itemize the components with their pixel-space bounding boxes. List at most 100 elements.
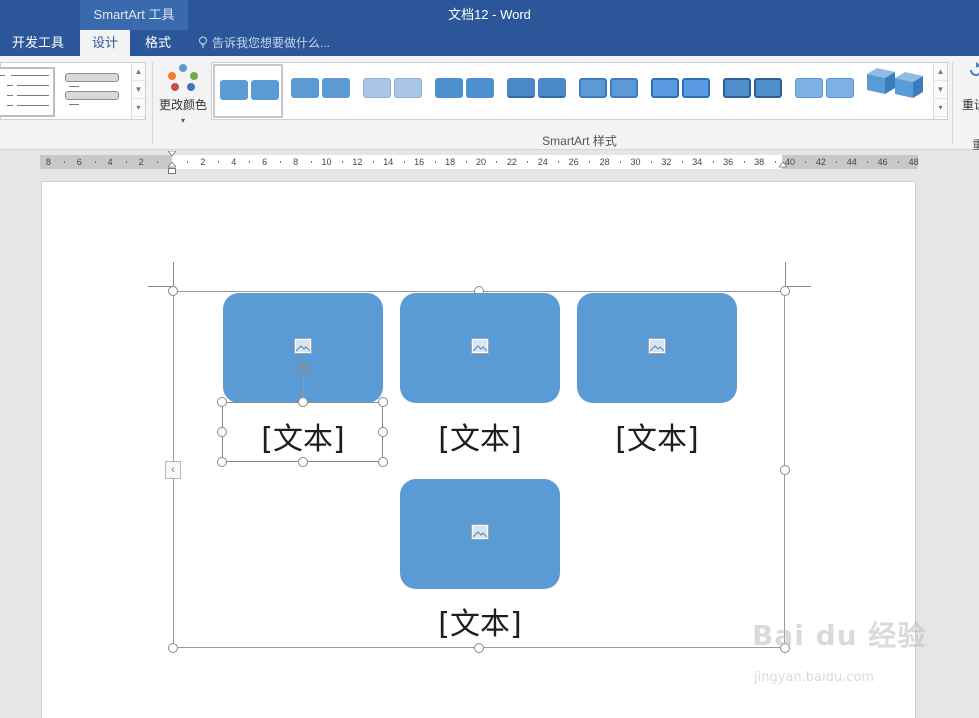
layouts-gallery-scroll[interactable]: ▲ ▼ ▾ bbox=[131, 63, 145, 119]
style-option-simple[interactable] bbox=[213, 64, 283, 118]
ruler-tick bbox=[558, 161, 560, 163]
ruler-number: 24 bbox=[537, 157, 548, 167]
ribbon: ▲ ▼ ▾ 更改颜色 ▾ ▲ ▼ ▾ SmartArt 样式 重 重 bbox=[0, 56, 979, 152]
ruler-tick bbox=[743, 161, 745, 163]
caption-text-1[interactable]: [文本] bbox=[223, 420, 383, 460]
ruler-number: 46 bbox=[877, 157, 888, 167]
style-option-shadow[interactable] bbox=[429, 64, 499, 118]
expand-gallery-icon[interactable]: ▾ bbox=[934, 99, 947, 117]
right-indent-marker[interactable] bbox=[779, 162, 787, 168]
ruler-number: 6 bbox=[76, 157, 82, 167]
tab-developer[interactable]: 开发工具 bbox=[0, 30, 76, 56]
ruler-tick bbox=[187, 161, 189, 163]
scroll-up-icon[interactable]: ▲ bbox=[132, 63, 145, 81]
tab-format[interactable]: 格式 bbox=[134, 30, 182, 56]
color-palette-icon bbox=[168, 64, 198, 94]
style-option-intense[interactable] bbox=[501, 64, 571, 118]
text-handle-top[interactable] bbox=[298, 397, 308, 407]
picture-placeholder-2[interactable] bbox=[400, 293, 560, 403]
first-line-indent-marker[interactable] bbox=[168, 151, 176, 157]
group-separator bbox=[952, 62, 953, 144]
style-option-bevel[interactable] bbox=[573, 64, 643, 118]
change-colors-button[interactable]: 更改颜色 ▾ bbox=[156, 62, 210, 125]
change-colors-label: 更改颜色 bbox=[158, 98, 207, 112]
chevron-down-icon: ▾ bbox=[181, 116, 186, 125]
ruler-number: 6 bbox=[262, 157, 268, 167]
ruler-tick bbox=[156, 161, 158, 163]
left-indent-marker[interactable] bbox=[168, 168, 176, 174]
style-option-polished[interactable] bbox=[645, 64, 715, 118]
ruler-tick bbox=[249, 161, 251, 163]
smartart-styles-group-label: SmartArt 样式 bbox=[542, 134, 617, 148]
smartart-styles-gallery[interactable]: ▲ ▼ ▾ bbox=[211, 62, 948, 120]
style-option-3d-cube[interactable] bbox=[861, 64, 931, 118]
reset-graphic-icon bbox=[970, 62, 979, 76]
ruler-tick bbox=[218, 161, 220, 163]
caption-text-2[interactable]: [文本] bbox=[400, 420, 560, 460]
ruler-tick bbox=[434, 161, 436, 163]
ruler-number: 34 bbox=[692, 157, 703, 167]
ruler-tick bbox=[774, 161, 776, 163]
ruler-number: 4 bbox=[107, 157, 113, 167]
rotate-icon[interactable] bbox=[294, 359, 314, 379]
ruler-number: 32 bbox=[661, 157, 672, 167]
caption-text-3[interactable]: [文本] bbox=[577, 420, 737, 460]
picture-placeholder-3[interactable] bbox=[577, 293, 737, 403]
resize-handle-bottom-right[interactable] bbox=[780, 643, 790, 653]
style-option-cartoon[interactable] bbox=[789, 64, 859, 118]
cube-style-icon bbox=[867, 68, 923, 98]
ruler-number: 38 bbox=[754, 157, 765, 167]
ruler-tick bbox=[403, 161, 405, 163]
picture-icon[interactable] bbox=[471, 338, 489, 354]
lightbulb-icon bbox=[199, 36, 207, 48]
style-option-moderate[interactable] bbox=[285, 64, 355, 118]
layouts-gallery[interactable]: ▲ ▼ ▾ bbox=[0, 62, 146, 120]
ruler-number: 44 bbox=[846, 157, 857, 167]
picture-placeholder-4[interactable] bbox=[400, 479, 560, 589]
scroll-up-icon[interactable]: ▲ bbox=[934, 63, 947, 81]
ruler-number: 8 bbox=[293, 157, 299, 167]
ruler-number: 22 bbox=[506, 157, 517, 167]
expand-gallery-icon[interactable]: ▾ bbox=[132, 99, 145, 117]
scroll-down-icon[interactable]: ▼ bbox=[132, 81, 145, 99]
picture-icon[interactable] bbox=[294, 338, 312, 354]
text-handle-top-left[interactable] bbox=[217, 397, 227, 407]
ruler-number: 36 bbox=[723, 157, 734, 167]
style-option-light[interactable] bbox=[357, 64, 427, 118]
style-option-inset[interactable] bbox=[717, 64, 787, 118]
ruler-tick bbox=[589, 161, 591, 163]
ruler-tick bbox=[867, 161, 869, 163]
ruler-tick bbox=[620, 161, 622, 163]
ruler-tick bbox=[465, 161, 467, 163]
styles-gallery-scroll[interactable]: ▲ ▼ ▾ bbox=[933, 63, 947, 119]
resize-handle-right[interactable] bbox=[780, 465, 790, 475]
reset-graphic-button[interactable]: 重设 重 bbox=[956, 60, 979, 152]
tell-me-box[interactable]: 告诉我您想要做什么... bbox=[198, 30, 330, 56]
resize-handle-top-right[interactable] bbox=[780, 286, 790, 296]
ruler-number: 10 bbox=[321, 157, 332, 167]
ruler-number: 48 bbox=[908, 157, 919, 167]
picture-icon[interactable] bbox=[471, 524, 489, 540]
resize-handle-bottom-left[interactable] bbox=[168, 643, 178, 653]
layout-option-list[interactable] bbox=[0, 67, 55, 117]
reset-label: 重设 bbox=[962, 98, 979, 112]
ruler-tick bbox=[341, 161, 343, 163]
text-pane-toggle[interactable]: ‹ bbox=[165, 461, 181, 479]
ruler-number: 2 bbox=[138, 157, 144, 167]
layout-option-pills[interactable] bbox=[63, 73, 123, 113]
ruler-tick bbox=[681, 161, 683, 163]
ruler-tick bbox=[712, 161, 714, 163]
ribbon-tab-bar: 开发工具 设计 格式 告诉我您想要做什么... bbox=[0, 30, 979, 56]
crop-mark bbox=[787, 286, 811, 287]
caption-text-4[interactable]: [文本] bbox=[400, 605, 560, 645]
ruler-number: 14 bbox=[383, 157, 394, 167]
ruler-number: 30 bbox=[630, 157, 641, 167]
title-bar: SmartArt 工具 文档12 - Word bbox=[0, 0, 979, 30]
ruler-number: 16 bbox=[414, 157, 425, 167]
ruler-tick bbox=[836, 161, 838, 163]
resize-handle-top-left[interactable] bbox=[168, 286, 178, 296]
scroll-down-icon[interactable]: ▼ bbox=[934, 81, 947, 99]
tab-design[interactable]: 设计 bbox=[80, 30, 130, 56]
picture-icon[interactable] bbox=[648, 338, 666, 354]
text-handle-top-right[interactable] bbox=[378, 397, 388, 407]
